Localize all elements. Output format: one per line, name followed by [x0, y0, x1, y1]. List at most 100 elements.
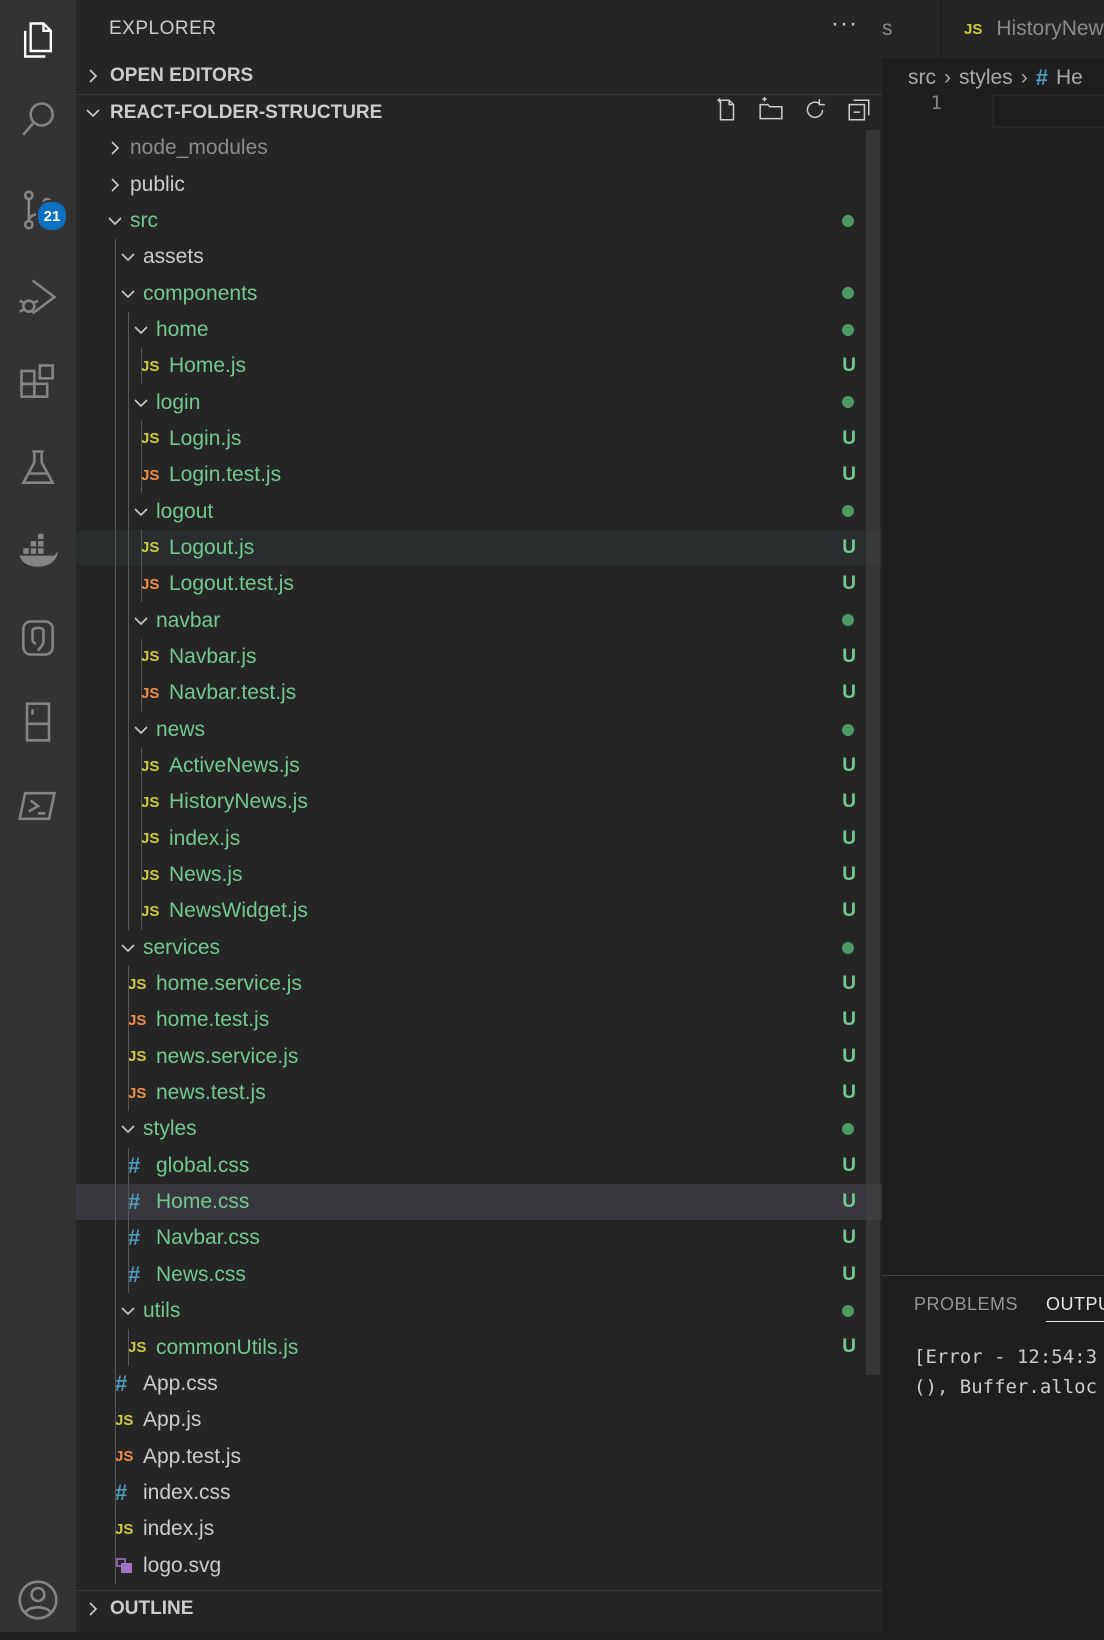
run-debug-icon[interactable] [0, 257, 76, 337]
tab-problems[interactable]: PROBLEMS [914, 1294, 1018, 1315]
tree-file-row[interactable]: # Navbar.css U [76, 1220, 882, 1257]
outline-label: OUTLINE [110, 1598, 194, 1619]
tree-item-label: NewsWidget.js [169, 899, 308, 923]
js-file-icon: JS [128, 1048, 147, 1066]
tree-file-row[interactable]: # global.css U [76, 1147, 882, 1184]
database-elephant-icon[interactable] [0, 598, 76, 678]
js-file-icon: JS [141, 539, 160, 557]
tree-file-row[interactable]: JS Home.js U [76, 348, 882, 385]
breadcrumb: src › styles › # He [908, 60, 1083, 96]
tree-item-label: public [130, 172, 185, 196]
dot-icon [842, 323, 854, 336]
css-file-icon: # [128, 1152, 141, 1178]
indent-guide [115, 1438, 116, 1475]
chevron-down-icon [128, 603, 154, 639]
breadcrumb-styles[interactable]: styles [959, 66, 1013, 90]
indent-guide [115, 1474, 116, 1512]
tree-item-label: styles [143, 1117, 197, 1141]
tree-file-row[interactable]: # News.css U [76, 1256, 882, 1293]
explorer-title: EXPLORER [109, 18, 217, 39]
tab-output[interactable]: OUTPU [1046, 1294, 1104, 1322]
tree-item-label: App.js [143, 1408, 202, 1432]
indent-guide [115, 1256, 116, 1293]
account-icon[interactable] [0, 1560, 76, 1640]
more-actions-button[interactable]: ··· [831, 10, 858, 38]
tree-file-row[interactable]: JS index.js [76, 1511, 882, 1548]
tree-file-row[interactable]: logo.svg [76, 1547, 882, 1584]
tree-file-row[interactable]: JS home.service.js U [76, 965, 882, 1003]
tree-folder-row[interactable]: assets [76, 239, 882, 276]
tree-file-row[interactable]: JS App.test.js [76, 1438, 882, 1475]
tree-file-row[interactable]: JS NewsWidget.js U [76, 893, 882, 930]
indent-guide [115, 784, 116, 821]
indent-guide [115, 1402, 116, 1439]
editor-tab-partial[interactable]: s [882, 0, 942, 58]
outline-section[interactable]: OUTLINE [76, 1591, 882, 1627]
tree-file-row[interactable]: # index.css [76, 1474, 882, 1512]
refresh-icon[interactable] [802, 97, 828, 129]
tree-file-row[interactable]: # Home.css U [76, 1183, 882, 1221]
indent-guide [115, 1147, 116, 1184]
new-folder-icon[interactable] [758, 97, 784, 129]
tree-file-row[interactable]: JS index.js U [76, 820, 882, 857]
tree-folder-row[interactable]: utils [76, 1293, 882, 1330]
tree-folder-row[interactable]: home [76, 311, 882, 349]
collapse-all-icon[interactable] [846, 97, 872, 129]
extensions-icon[interactable] [0, 342, 76, 422]
tree-folder-row[interactable]: components [76, 275, 882, 312]
indent-guide [115, 1365, 116, 1403]
indent-guide [128, 602, 129, 639]
search-icon[interactable] [0, 80, 76, 160]
tree-file-row[interactable]: JS Navbar.js U [76, 638, 882, 676]
tree-folder-row[interactable]: node_modules [76, 130, 882, 166]
docker-icon[interactable] [0, 512, 76, 592]
tree-folder-row[interactable]: styles [76, 1111, 882, 1148]
tree-folder-row[interactable]: navbar [76, 602, 882, 639]
project-section[interactable]: REACT-FOLDER-STRUCTURE [76, 95, 882, 131]
new-file-icon[interactable] [714, 97, 740, 129]
tree-file-row[interactable]: JS news.service.js U [76, 1038, 882, 1075]
explorer-files-icon[interactable] [0, 0, 76, 80]
js-file-icon: JS [141, 357, 160, 375]
tree-file-row[interactable]: JS Navbar.test.js U [76, 675, 882, 712]
tree-item-label: utils [143, 1299, 181, 1323]
tree-file-row[interactable]: JS Logout.test.js U [76, 566, 882, 603]
explorer-actions [714, 95, 872, 131]
tree-folder-row[interactable]: services [76, 929, 882, 966]
js-file-icon: JS [141, 830, 160, 848]
tree-item-label: Navbar.test.js [169, 681, 297, 705]
source-control-icon[interactable]: 21 [0, 170, 76, 250]
tree-file-row[interactable]: # App.css [76, 1365, 882, 1403]
breadcrumb-file[interactable]: He [1056, 66, 1083, 90]
tree-file-row[interactable]: JS home.test.js U [76, 1002, 882, 1039]
terminal-powershell-icon[interactable] [0, 766, 76, 846]
tree-file-row[interactable]: JS Logout.js U [76, 529, 882, 567]
indent-guide [128, 1329, 129, 1366]
tree-file-row[interactable]: JS Login.js U [76, 420, 882, 458]
breadcrumb-src[interactable]: src [908, 66, 936, 90]
chevron-right-icon [76, 1600, 110, 1618]
testing-flask-icon[interactable] [0, 428, 76, 508]
remote-window-icon[interactable] [0, 682, 76, 762]
git-modified-dot [842, 203, 856, 239]
tree-file-row[interactable]: JS HistoryNews.js U [76, 784, 882, 821]
tree-folder-row[interactable]: src [76, 203, 882, 239]
tree-file-row[interactable]: JS App.js [76, 1402, 882, 1439]
tree-folder-row[interactable]: public [76, 166, 882, 202]
indent-guide [141, 348, 142, 385]
indent-guide [115, 747, 116, 785]
indent-guide [115, 602, 116, 639]
tree-file-row[interactable]: JS News.js U [76, 856, 882, 894]
open-editors-section[interactable]: OPEN EDITORS [76, 58, 882, 94]
tree-scrollbar[interactable] [866, 130, 880, 1375]
tree-folder-row[interactable]: logout [76, 493, 882, 530]
tree-file-row[interactable]: JS commonUtils.js U [76, 1329, 882, 1366]
tree-file-row[interactable]: JS Login.test.js U [76, 457, 882, 494]
tree-file-row[interactable]: JS ActiveNews.js U [76, 747, 882, 785]
tree-folder-row[interactable]: login [76, 384, 882, 421]
tree-folder-row[interactable]: news [76, 711, 882, 748]
editor-tab-historynews[interactable]: JS HistoryNew [964, 0, 1104, 58]
indent-guide [128, 893, 129, 930]
tree-item-label: navbar [156, 608, 221, 632]
tree-file-row[interactable]: JS news.test.js U [76, 1074, 882, 1112]
